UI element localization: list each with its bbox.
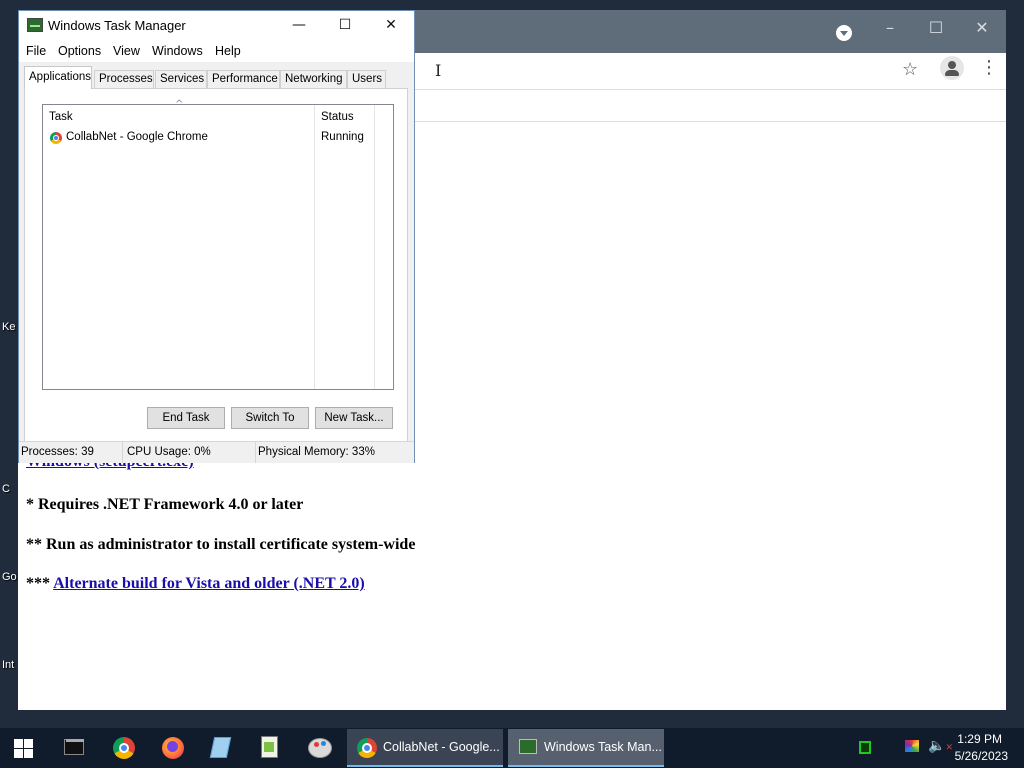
tab-networking[interactable]: Networking: [280, 70, 347, 89]
processes-count: Processes: 39: [19, 442, 123, 463]
new-task-button[interactable]: New Task...: [315, 407, 393, 429]
desktop-icon-label[interactable]: C: [2, 483, 10, 495]
chrome-icon[interactable]: [100, 728, 148, 768]
requirement-note: * Requires .NET Framework 4.0 or later: [26, 496, 304, 513]
task-name: CollabNet - Google Chrome: [66, 131, 208, 143]
taskbar-task-label: CollabNet - Google...: [383, 740, 500, 754]
applications-panel: Task ^ Status CollabNet - Google Chrome …: [24, 88, 408, 444]
profile-avatar-icon[interactable]: [940, 56, 964, 80]
taskbar-task-chrome[interactable]: CollabNet - Google...: [347, 729, 503, 767]
task-manager-titlebar[interactable]: Windows Task Manager — ☐ ✕: [19, 11, 414, 40]
admin-note: ** Run as administrator to install certi…: [26, 536, 416, 553]
menu-options[interactable]: Options: [58, 44, 101, 58]
taskbar-task-task-manager[interactable]: Windows Task Man...: [508, 729, 664, 767]
bookmark-star-icon[interactable]: ☆: [902, 59, 918, 80]
task-manager-icon: [27, 18, 43, 32]
clock-time[interactable]: 1:29 PM: [950, 732, 1002, 746]
taskbar: CollabNet - Google... Windows Task Man..…: [0, 728, 1024, 768]
menu-help[interactable]: Help: [215, 44, 241, 58]
window-title: Windows Task Manager: [48, 18, 186, 33]
table-row[interactable]: CollabNet - Google Chrome Running: [43, 129, 393, 147]
chrome-close-button[interactable]: ✕: [959, 14, 1005, 44]
chrome-minimize-button[interactable]: –: [867, 14, 913, 44]
start-button[interactable]: [0, 728, 48, 768]
maximize-button[interactable]: ☐: [322, 11, 368, 40]
menu-file[interactable]: File: [26, 44, 46, 58]
physical-memory: Physical Memory: 33%: [258, 446, 375, 458]
column-separator[interactable]: [314, 105, 315, 389]
taskbar-task-label: Windows Task Man...: [544, 740, 662, 754]
display-icon[interactable]: [905, 740, 919, 752]
tab-processes[interactable]: Processes: [94, 70, 154, 89]
task-list[interactable]: Task ^ Status CollabNet - Google Chrome …: [42, 99, 394, 390]
paint-icon[interactable]: [296, 728, 344, 768]
chrome-icon: [50, 132, 62, 144]
command-prompt-icon[interactable]: [50, 728, 98, 768]
menu-view[interactable]: View: [113, 44, 140, 58]
cpu-usage: CPU Usage: 0%: [125, 442, 256, 463]
task-manager-window: Windows Task Manager — ☐ ✕ File Options …: [18, 10, 415, 463]
chrome-maximize-button[interactable]: ☐: [913, 14, 959, 44]
text-cursor-icon: I: [435, 61, 442, 80]
minimize-button[interactable]: —: [276, 11, 322, 40]
chrome-menu-icon[interactable]: ⋮: [980, 57, 998, 79]
desktop-icon-label[interactable]: Int: [2, 659, 14, 671]
notepad-plus-plus-icon[interactable]: [246, 728, 294, 768]
notepad-icon[interactable]: [197, 728, 245, 768]
close-button[interactable]: ✕: [368, 11, 414, 40]
desktop-icon-label[interactable]: Ke: [2, 321, 15, 333]
alternate-prefix: ***: [26, 575, 50, 592]
alternate-build-link[interactable]: Alternate build for Vista and older (.NE…: [53, 575, 365, 592]
task-status: Running: [321, 131, 364, 143]
tab-search-icon[interactable]: [836, 25, 852, 41]
desktop-icon-label[interactable]: Go: [2, 571, 17, 583]
firefox-icon[interactable]: [149, 728, 197, 768]
tab-performance[interactable]: Performance: [207, 70, 280, 89]
status-bar: Processes: 39 CPU Usage: 0% Physical Mem…: [19, 441, 414, 463]
alternate-build-line: *** Alternate build for Vista and older …: [26, 575, 365, 593]
column-separator[interactable]: [374, 105, 375, 389]
end-task-button[interactable]: End Task: [147, 407, 225, 429]
clock-date[interactable]: 5/26/2023: [942, 749, 1008, 763]
menu-bar: File Options View Windows Help: [19, 40, 414, 62]
task-manager-tray-icon[interactable]: [859, 741, 871, 754]
column-header-status[interactable]: Status: [315, 105, 375, 127]
task-manager-icon: [519, 739, 537, 754]
sort-ascending-icon: ^: [175, 99, 184, 110]
switch-to-button[interactable]: Switch To: [231, 407, 309, 429]
menu-windows[interactable]: Windows: [152, 44, 203, 58]
tab-services[interactable]: Services: [155, 70, 207, 89]
tab-users[interactable]: Users: [347, 70, 386, 89]
tab-applications[interactable]: Applications: [24, 66, 92, 89]
